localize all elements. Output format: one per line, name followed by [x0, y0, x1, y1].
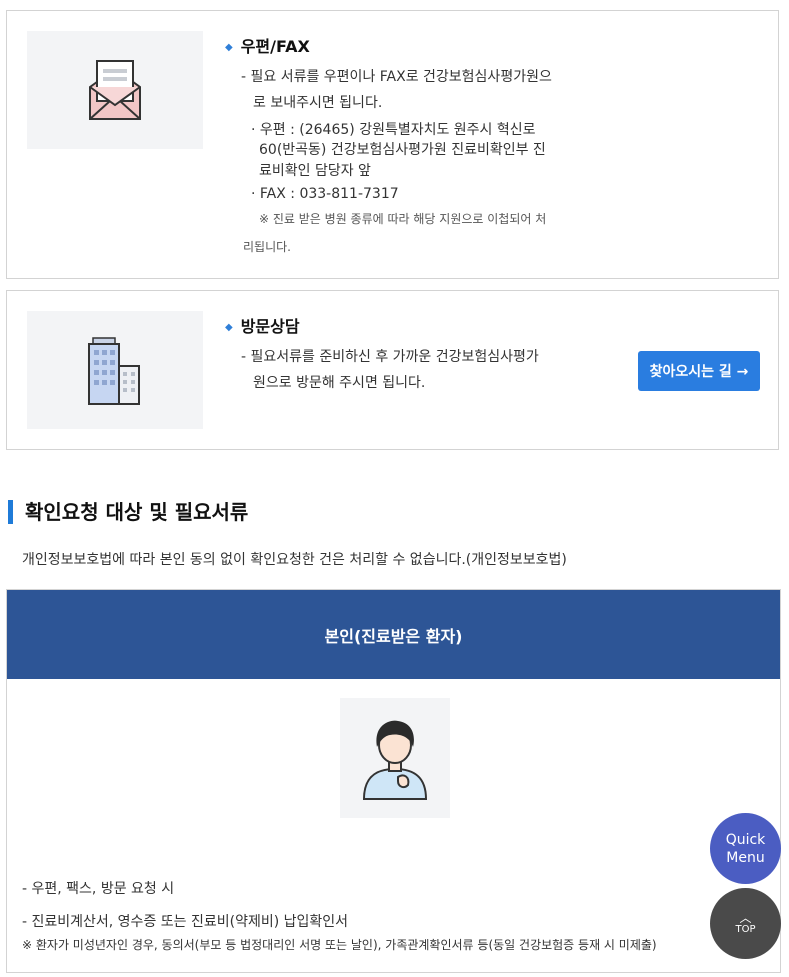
visit-card: ◆ 방문상담 - 필요서류를 준비하신 후 가까운 건강보험심사평가 원으로 방문…	[6, 290, 779, 450]
directions-button[interactable]: 찾아오시는 길 →	[638, 351, 760, 391]
mail-title: ◆ 우편/FAX	[225, 37, 310, 56]
privacy-notice: 개인정보보호법에 따라 본인 동의 없이 확인요청한 건은 처리할 수 없습니다…	[22, 552, 567, 568]
patient-image	[340, 698, 450, 818]
mail-note-line2: 리됩니다.	[243, 240, 291, 254]
patient-icon	[362, 720, 428, 800]
quick-label: Quick	[725, 831, 766, 848]
bullet-icon: ◆	[225, 42, 233, 53]
minor-note: ※ 환자가 미성년자인 경우, 동의서(부모 등 법정대리인 서명 또는 날인)…	[22, 938, 657, 952]
quick-menu-button[interactable]: Quick Menu	[710, 813, 781, 884]
visit-title: ◆ 방문상담	[225, 317, 300, 336]
mail-addr-line3: 료비확인 담당자 앞	[259, 163, 371, 179]
mail-fax-number: · FAX : 033-811-7317	[251, 186, 399, 202]
mail-image	[27, 31, 203, 149]
mail-fax-card: ◆ 우편/FAX - 필요 서류를 우편이나 FAX로 건강보험심사평가원으 로 …	[6, 10, 779, 279]
menu-label: Menu	[726, 849, 765, 866]
visit-desc-line1: - 필요서류를 준비하신 후 가까운 건강보험심사평가	[241, 349, 539, 365]
requirement-table: 본인(진료받은 환자) - 우편, 팩스, 방문 요청 시 - 진료비계산서, …	[6, 589, 781, 973]
building-icon	[88, 337, 140, 405]
scroll-top-button[interactable]: ︿ TOP	[710, 888, 781, 959]
list-item-request: - 우편, 팩스, 방문 요청 시	[22, 881, 175, 897]
bullet-icon: ◆	[225, 322, 233, 333]
mail-desc-line2: 로 보내주시면 됩니다.	[253, 95, 383, 111]
visit-image	[27, 311, 203, 429]
list-item-documents: - 진료비계산서, 영수증 또는 진료비(약제비) 납입확인서	[22, 914, 349, 930]
mail-desc-line1: - 필요 서류를 우편이나 FAX로 건강보험심사평가원으	[241, 69, 552, 85]
table-header: 본인(진료받은 환자)	[7, 590, 780, 679]
chevron-up-icon: ︿	[739, 911, 752, 925]
mail-note-line1: ※ 진료 받은 병원 종류에 따라 해당 지원으로 이첩되어 처	[259, 212, 547, 226]
envelope-icon	[89, 60, 141, 120]
top-label: TOP	[735, 924, 756, 935]
section-title: 확인요청 대상 및 필요서류	[8, 500, 248, 524]
visit-desc-line2: 원으로 방문해 주시면 됩니다.	[253, 375, 426, 391]
